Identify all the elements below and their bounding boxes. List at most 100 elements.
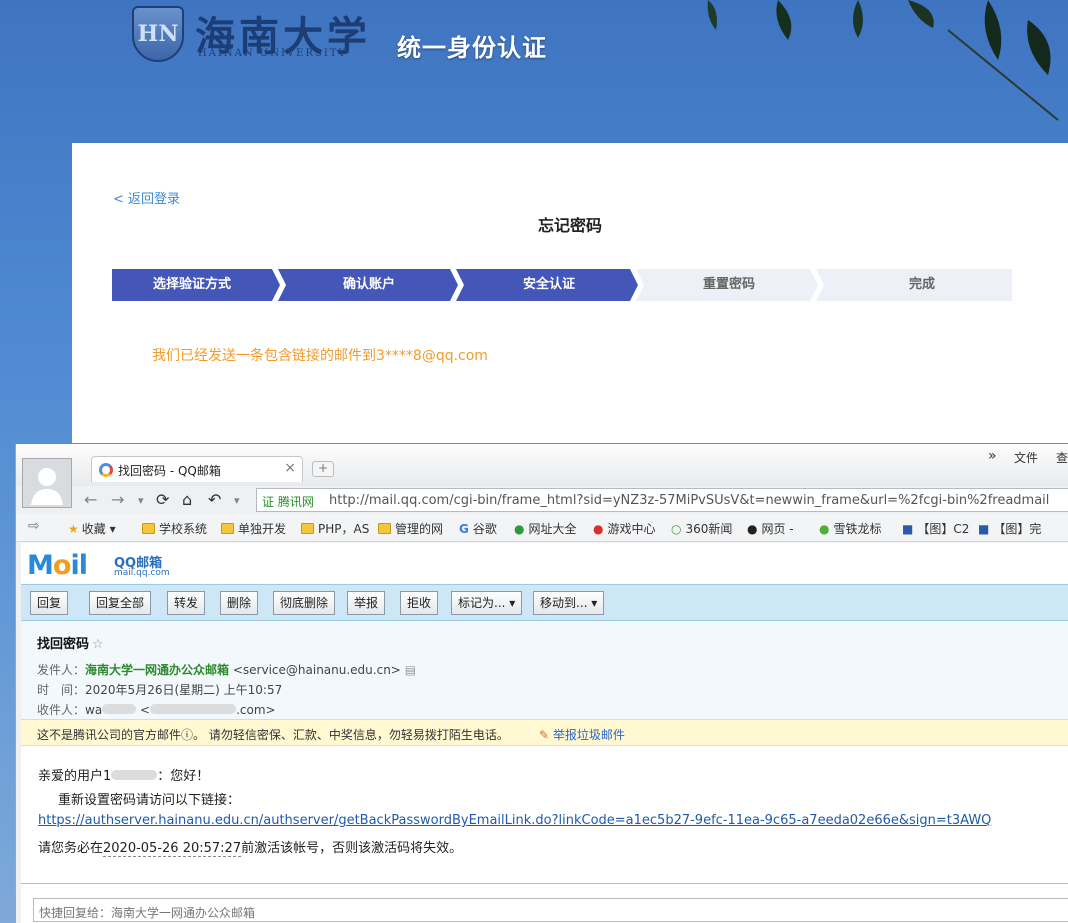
- move-to-dropdown[interactable]: 移动到... ▾: [533, 591, 605, 615]
- forward-arrow-icon[interactable]: →: [111, 490, 124, 509]
- quick-reply-placeholder: 快捷回复给：海南大学一网通办公众邮箱: [39, 906, 256, 920]
- url-input[interactable]: 证 腾讯网 http://mail.qq.com/cgi-bin/frame_h…: [256, 488, 1068, 512]
- contact-card-icon[interactable]: ▤: [405, 663, 416, 677]
- warning-text: 这不是腾讯公司的官方邮件ⓘ。 请勿轻信密保、汇款、中奖信息，勿轻易拨打陌生电话。: [37, 728, 509, 742]
- back-arrow-icon[interactable]: ←: [84, 490, 97, 509]
- mail-time-row: 时 间：2020年5月26日(星期二) 上午10:57: [37, 683, 283, 697]
- forward-button[interactable]: 转发: [167, 591, 206, 615]
- redacted-mask: [102, 704, 137, 714]
- tab-title: 找回密码 - QQ邮箱: [118, 464, 221, 478]
- divider: [21, 883, 1068, 884]
- permanent-delete-button[interactable]: 彻底删除: [273, 591, 336, 615]
- quick-reply-input[interactable]: 快捷回复给：海南大学一网通办公众邮箱: [33, 898, 1068, 922]
- university-seal-logo: HN: [132, 6, 184, 62]
- close-tab-icon[interactable]: ×: [284, 460, 296, 476]
- mail-to-row: 收件人：wa < .com>: [37, 703, 276, 717]
- qq-mail-view: Moil QQ邮箱 mail.qq.com 回复 回复全部 转发 删除 彻底删除…: [21, 543, 1068, 923]
- qq-mail-logo[interactable]: Moil: [27, 550, 88, 581]
- delete-button[interactable]: 删除: [220, 591, 259, 615]
- mail-time: 2020年5月26日(星期二) 上午10:57: [85, 683, 283, 697]
- mail-instruction: 重新设置密码请访问以下链接：: [58, 793, 241, 808]
- bookmark-folder-dev[interactable]: 单独开发: [221, 520, 286, 537]
- expiry-time: 2020-05-26 20:57:27: [103, 841, 242, 857]
- sender-name[interactable]: 海南大学一网通办公众邮箱: [85, 663, 229, 677]
- bookmarks-bar: ⇨ ★ 收藏 ▾ 学校系统 单独开发 PHP，AS 管理的网 G 谷歌 ● 网址大全 …: [16, 514, 1068, 542]
- bookmark-favorites[interactable]: ★ 收藏 ▾: [68, 520, 116, 537]
- mail-greeting: 亲爱的用户1 ：您好！: [38, 769, 210, 784]
- reply-button[interactable]: 回复: [30, 591, 69, 615]
- bookmark-folder-school[interactable]: 学校系统: [142, 520, 207, 537]
- certificate-badge[interactable]: 证 腾讯网: [262, 493, 314, 510]
- bookmark-image-full[interactable]: ■ 【图】完: [978, 520, 1041, 537]
- refresh-icon[interactable]: ⟳: [156, 490, 169, 509]
- page-title: 忘记密码: [537, 216, 602, 235]
- bookmark-image-c2[interactable]: ■ 【图】C2: [902, 520, 969, 537]
- menu-overflow-chevron-icon[interactable]: »: [988, 448, 997, 464]
- image-icon: ■: [978, 522, 990, 536]
- mail-subject: 找回密码 ☆: [37, 637, 104, 652]
- folder-icon: [301, 523, 314, 534]
- bookmark-game-center[interactable]: ● 游戏中心: [593, 520, 656, 537]
- mail-header: 找回密码 ☆ 发件人：海南大学一网通办公众邮箱 <service@hainanu.…: [21, 621, 1068, 719]
- back-to-login-link[interactable]: < 返回登录: [113, 188, 180, 207]
- news-icon: ○: [671, 522, 682, 536]
- browser-favicon-icon: [99, 463, 113, 477]
- reset-password-link[interactable]: https://authserver.hainanu.edu.cn/authse…: [38, 813, 991, 828]
- url-text[interactable]: http://mail.qq.com/cgi-bin/frame_html?si…: [329, 493, 1049, 508]
- sender-address: <service@hainanu.edu.cn>: [232, 663, 401, 677]
- recipient: wa < .com>: [85, 703, 276, 717]
- history-dropdown-icon[interactable]: ▾: [234, 494, 240, 507]
- folder-icon: [378, 523, 391, 534]
- step-choose-method: 选择验证方式: [152, 277, 231, 292]
- folder-icon: [142, 523, 155, 534]
- university-name-en: HAINAN UNIVERSITY: [198, 48, 348, 59]
- reject-button[interactable]: 拒收: [400, 591, 439, 615]
- image-icon: ■: [902, 522, 914, 536]
- report-button[interactable]: 举报: [347, 591, 386, 615]
- mail-toolbar: 回复 回复全部 转发 删除 彻底删除 举报 拒收 标记为... ▾ 移动到...…: [21, 584, 1068, 621]
- tab-qq-mail[interactable]: 找回密码 - QQ邮箱 ×: [91, 456, 303, 482]
- step-reset-password: 重置密码: [702, 277, 755, 292]
- home-icon[interactable]: ⌂: [182, 490, 192, 509]
- bookmark-web[interactable]: ● 网页 -: [747, 520, 794, 537]
- tab-bar: 找回密码 - QQ邮箱 × + » 文件 查: [16, 444, 1068, 486]
- progress-steps: 选择验证方式 确认账户 安全认证 重置密码 完成: [112, 269, 1012, 301]
- redacted-mask: [111, 770, 158, 780]
- qq-mail-domain: mail.qq.com: [114, 568, 170, 578]
- bookmark-citroen[interactable]: ● 雪铁龙标: [819, 520, 882, 537]
- email-sent-message: 我们已经发送一条包含链接的邮件到3****8@qq.com: [152, 348, 488, 364]
- bookmark-google[interactable]: G 谷歌: [459, 520, 497, 537]
- bookmark-folder-php[interactable]: PHP，AS: [301, 520, 369, 537]
- star-icon: ★: [68, 522, 79, 536]
- sidebar-toggle-icon[interactable]: ⇨: [28, 518, 40, 534]
- site-header: HN 海南大学 HAINAN UNIVERSITY 统一身份认证: [0, 0, 1068, 143]
- browser-window: 找回密码 - QQ邮箱 × + » 文件 查 ← → ▾ ⟳ ⌂ ↶ ▾ 证 腾…: [15, 444, 1068, 923]
- site-icon: ●: [514, 522, 525, 536]
- system-title: 统一身份认证: [397, 34, 547, 62]
- menu-view[interactable]: 查: [1056, 449, 1068, 466]
- menu-file[interactable]: 文件: [1014, 449, 1038, 466]
- step-security-auth: 安全认证: [522, 277, 575, 292]
- game-icon: ●: [593, 522, 604, 536]
- car-icon: ●: [819, 522, 830, 536]
- new-tab-button[interactable]: +: [312, 461, 334, 477]
- leaves-decoration: [707, 0, 1059, 121]
- bookmark-360-news[interactable]: ○ 360新闻: [671, 520, 732, 537]
- address-bar-row: ← → ▾ ⟳ ⌂ ↶ ▾ 证 腾讯网 http://mail.qq.com/c…: [16, 486, 1068, 514]
- report-spam-link[interactable]: ✎ 举报垃圾邮件: [539, 726, 625, 743]
- folder-icon: [221, 523, 234, 534]
- step-complete: 完成: [908, 277, 935, 292]
- mail-expiry-note: 请您务必在2020-05-26 20:57:27前激活该帐号，否则该激活码将失效…: [38, 841, 463, 857]
- mark-as-dropdown[interactable]: 标记为... ▾: [451, 591, 523, 615]
- dropdown-icon[interactable]: ▾: [138, 494, 144, 507]
- web-icon: ●: [747, 522, 758, 536]
- bookmark-site-directory[interactable]: ● 网址大全: [514, 520, 577, 537]
- bookmark-folder-managed[interactable]: 管理的网: [378, 520, 443, 537]
- report-icon: ✎: [539, 728, 550, 742]
- star-icon[interactable]: ☆: [92, 637, 104, 652]
- security-warning-bar: 这不是腾讯公司的官方邮件ⓘ。 请勿轻信密保、汇款、中奖信息，勿轻易拨打陌生电话。…: [21, 719, 1068, 746]
- user-avatar[interactable]: [22, 458, 72, 508]
- step-confirm-account: 确认账户: [342, 277, 395, 292]
- reply-all-button[interactable]: 回复全部: [89, 591, 152, 615]
- undo-icon[interactable]: ↶: [208, 490, 221, 509]
